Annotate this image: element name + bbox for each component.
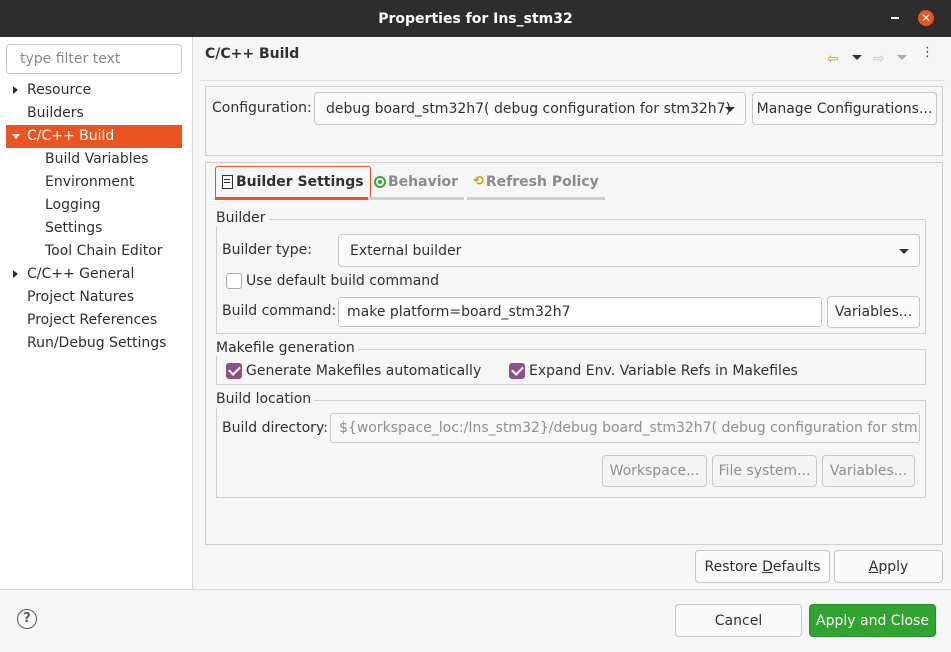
tree-item-resource[interactable]: Resource — [13, 79, 92, 102]
help-icon[interactable]: ? — [17, 609, 37, 629]
mnemonic: D — [762, 558, 773, 575]
tree-item-label: Tool Chain Editor — [45, 243, 163, 259]
tab-label: Builder Settings — [236, 174, 364, 190]
apply-button[interactable]: Apply — [834, 550, 943, 583]
use-default-build-command-label: Use default build command — [246, 273, 440, 289]
window-title: Properties for Ins_stm32 — [378, 10, 573, 27]
tree-item-cpp-build[interactable]: C/C++ Build — [6, 125, 182, 148]
tree-item-project-natures[interactable]: Project Natures — [27, 286, 134, 309]
mnemonic: A — [868, 558, 879, 575]
refresh-icon: ⟲ — [473, 174, 484, 189]
tab-refresh-policy[interactable]: ⟲ Refresh Policy — [467, 166, 605, 200]
forward-menu-icon[interactable] — [897, 55, 907, 60]
build-command-label: Build command: — [222, 303, 337, 319]
tree-item-builders[interactable]: Builders — [27, 102, 84, 125]
left-panel: Resource Builders C/C++ Build Build Vari… — [0, 37, 193, 589]
location-variables-button[interactable]: Variables... — [822, 455, 915, 487]
tree-item-build-variables[interactable]: Build Variables — [45, 148, 149, 171]
tree-item-settings[interactable]: Settings — [45, 217, 102, 240]
expand-env-refs-checkbox[interactable] — [509, 363, 525, 379]
builder-group-label: Builder — [216, 210, 269, 226]
tree-item-label: Logging — [45, 197, 101, 213]
makefile-group-label: Makefile generation — [216, 340, 358, 356]
tree-item-label: Run/Debug Settings — [27, 335, 167, 351]
title-bar: Properties for Ins_stm32 ✕ — [0, 0, 951, 37]
filter-input[interactable] — [6, 44, 182, 74]
expand-arrow-icon[interactable] — [11, 86, 21, 96]
tree-item-logging[interactable]: Logging — [45, 194, 101, 217]
tree-item-label: C/C++ Build — [27, 128, 115, 144]
tree-item-run-debug-settings[interactable]: Run/Debug Settings — [27, 332, 166, 355]
tree-item-label: Project References — [27, 312, 158, 328]
button-label: pply — [878, 558, 909, 575]
document-icon — [222, 175, 233, 189]
cancel-button[interactable]: Cancel — [675, 604, 802, 637]
tree-item-label: Build Variables — [45, 151, 149, 167]
collapse-arrow-icon[interactable] — [12, 132, 22, 142]
builder-variables-button[interactable]: Variables... — [827, 296, 920, 328]
build-directory-label: Build directory: — [222, 420, 328, 436]
tree-item-label: Resource — [27, 82, 92, 98]
tree-item-project-references[interactable]: Project References — [27, 309, 157, 332]
tree-item-label: C/C++ General — [27, 266, 135, 282]
chevron-down-icon — [899, 248, 909, 254]
button-label: efaults — [772, 558, 821, 575]
configuration-value: debug board_stm32h7( debug configuration… — [326, 100, 732, 117]
use-default-build-command-checkbox[interactable] — [226, 273, 242, 289]
button-label: Restore — [704, 558, 763, 575]
tree-item-tool-chain-editor[interactable]: Tool Chain Editor — [45, 240, 163, 263]
minimize-icon[interactable] — [888, 11, 902, 25]
header-divider — [200, 80, 945, 81]
tree-item-label: Settings — [45, 220, 103, 236]
build-location-group-label: Build location — [216, 391, 315, 407]
expand-arrow-icon[interactable] — [11, 270, 21, 280]
builder-type-select[interactable]: External builder — [338, 234, 920, 267]
view-menu-icon[interactable]: ⋮ — [921, 46, 934, 59]
tree-item-label: Environment — [45, 174, 135, 190]
workspace-button[interactable]: Workspace... — [602, 455, 707, 487]
tree-item-environment[interactable]: Environment — [45, 171, 134, 194]
tab-behavior[interactable]: Behavior — [368, 166, 465, 200]
radio-icon — [374, 175, 386, 188]
tree-item-label: Project Natures — [27, 289, 135, 305]
build-directory-input[interactable]: ${workspace_loc:/Ins_stm32}/debug board_… — [330, 413, 920, 443]
forward-arrow-icon[interactable]: ⇨ — [873, 51, 885, 67]
page-title: C/C++ Build — [205, 46, 300, 62]
tab-label: Behavior — [388, 173, 459, 190]
chevron-down-icon — [725, 106, 735, 112]
tab-label: Refresh Policy — [485, 173, 599, 190]
builder-type-label: Builder type: — [222, 242, 312, 258]
close-icon[interactable]: ✕ — [918, 10, 934, 26]
back-arrow-icon[interactable]: ⇦ — [827, 51, 839, 67]
back-menu-icon[interactable] — [852, 55, 862, 60]
file-system-button[interactable]: File system... — [712, 455, 817, 487]
manage-configurations-button[interactable]: Manage Configurations... — [752, 92, 937, 125]
generate-makefiles-label: Generate Makefiles automatically — [246, 363, 482, 379]
expand-env-refs-label: Expand Env. Variable Refs in Makefiles — [529, 363, 798, 379]
tree-item-label: Builders — [27, 105, 84, 121]
tab-builder-settings[interactable]: Builder Settings — [215, 166, 371, 200]
configuration-select[interactable]: debug board_stm32h7( debug configuration… — [314, 92, 746, 125]
apply-and-close-button[interactable]: Apply and Close — [809, 604, 936, 637]
restore-defaults-button[interactable]: Restore Defaults — [695, 550, 830, 583]
configuration-label: Configuration: — [212, 100, 312, 116]
build-command-input[interactable]: make platform=board_stm32h7 — [338, 297, 822, 327]
builder-type-value: External builder — [350, 242, 462, 259]
generate-makefiles-checkbox[interactable] — [226, 363, 242, 379]
tree-item-cpp-general[interactable]: C/C++ General — [13, 263, 135, 286]
